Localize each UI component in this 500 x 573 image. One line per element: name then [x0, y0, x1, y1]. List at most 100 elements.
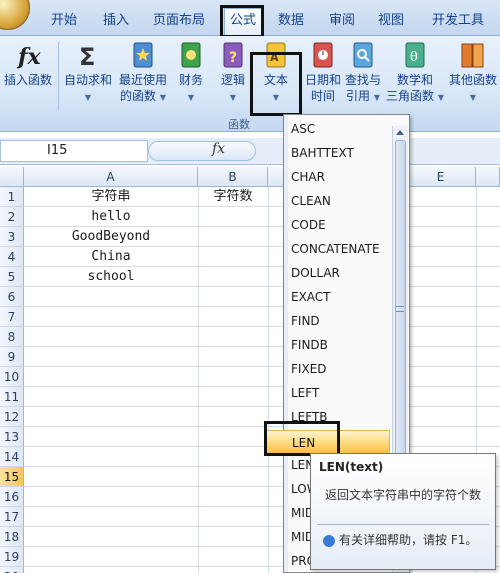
row-header[interactable]: 18	[0, 527, 24, 547]
row-header[interactable]: 20	[0, 567, 24, 573]
math-trig-button[interactable]: θ 数学和 三角函数 ▼	[386, 40, 444, 106]
row-header[interactable]: 13	[0, 427, 24, 447]
insert-function-label: 插入函数	[3, 73, 52, 87]
insert-function-button[interactable]: fx 插入函数	[0, 40, 56, 88]
recent-functions-button[interactable]: 最近使用 的函数 ▼	[116, 40, 170, 106]
menu-item-fixed[interactable]: FIXED	[291, 357, 389, 381]
chevron-down-icon: ▼	[84, 93, 92, 102]
select-all-corner[interactable]	[0, 167, 24, 187]
column-header-a[interactable]: A	[24, 167, 198, 187]
tooltip-help-text: 有关详细帮助，请按 F1。	[339, 533, 478, 547]
grid-line	[24, 326, 500, 327]
row-header[interactable]: 12	[0, 407, 24, 427]
row-header[interactable]: 4	[0, 247, 24, 267]
tab-home[interactable]: 开始	[42, 9, 86, 33]
grid-line	[24, 446, 500, 447]
menu-item-exact[interactable]: EXACT	[291, 285, 389, 309]
row-header[interactable]: 5	[0, 267, 24, 287]
menu-item-char[interactable]: CHAR	[291, 165, 389, 189]
logical-button[interactable]: ? 逻辑 ▼	[214, 40, 252, 106]
row-header[interactable]: 11	[0, 387, 24, 407]
formula-bar: I15 fx	[0, 138, 500, 165]
ribbon-tab-bar: 开始 插入 页面布局 公式 数据 审阅 视图 开发工具	[0, 0, 500, 37]
logical-label: 逻辑	[220, 73, 245, 87]
menu-item-left[interactable]: LEFT	[291, 381, 389, 405]
cell-a1[interactable]: 字符串	[24, 187, 198, 207]
svg-text:θ: θ	[410, 50, 418, 65]
grid-line	[268, 187, 269, 573]
cell-a2[interactable]: hello	[24, 207, 198, 227]
text-button-highlight	[250, 52, 302, 116]
lookup-reference-button[interactable]: 查找与 引用 ▼	[340, 40, 386, 106]
menu-item-clean[interactable]: CLEAN	[291, 189, 389, 213]
tab-page-layout[interactable]: 页面布局	[146, 9, 212, 33]
menu-item-dollar[interactable]: DOLLAR	[291, 261, 389, 285]
row-header[interactable]: 1	[0, 187, 24, 207]
tab-view[interactable]: 视图	[374, 9, 408, 33]
financial-button[interactable]: 财务 ▼	[172, 40, 210, 106]
book-clock-icon	[309, 40, 337, 70]
tab-formulas[interactable]: 公式	[224, 8, 262, 37]
column-header-f[interactable]	[476, 167, 500, 187]
grid-line	[198, 187, 199, 573]
autosum-button[interactable]: Σ 自动求和 ▼	[60, 40, 116, 106]
grid-line	[24, 266, 500, 267]
row-header[interactable]: 19	[0, 547, 24, 567]
svg-text:Σ: Σ	[79, 43, 95, 70]
grid-line	[24, 406, 500, 407]
datetime-button[interactable]: 日期和 时间	[302, 40, 344, 104]
menu-item-concatenate[interactable]: CONCATENATE	[291, 237, 389, 261]
tooltip-description: 返回文本字符串中的字符个数	[325, 488, 482, 502]
books-icon	[459, 40, 487, 70]
svg-text:fx: fx	[16, 44, 41, 70]
menu-item-asc[interactable]: ASC	[291, 117, 389, 141]
tooltip-title: LEN(text)	[319, 460, 384, 474]
tab-review[interactable]: 审阅	[322, 9, 362, 33]
tab-developer[interactable]: 开发工具	[424, 9, 492, 33]
row-header[interactable]: 16	[0, 487, 24, 507]
svg-text:?: ?	[229, 50, 237, 66]
column-header-e[interactable]: E	[406, 167, 476, 187]
grid-line	[24, 226, 500, 227]
chevron-down-icon: ▼	[159, 93, 166, 102]
math-trig-label-2: 三角函数	[386, 89, 435, 103]
menu-item-len[interactable]: LEN	[264, 430, 390, 454]
lookup-label-2: 引用	[346, 89, 371, 103]
cell-a3[interactable]: GoodBeyond	[24, 227, 198, 247]
autosum-label: 自动求和	[63, 73, 112, 87]
row-header[interactable]: 6	[0, 287, 24, 307]
formula-bar-controls	[148, 141, 256, 161]
row-header[interactable]: 2	[0, 207, 24, 227]
tab-insert[interactable]: 插入	[96, 9, 136, 33]
menu-item-bahttext[interactable]: BAHTTEXT	[291, 141, 389, 165]
cell-a4[interactable]: China	[24, 247, 198, 267]
row-header[interactable]: 3	[0, 227, 24, 247]
scroll-up-icon[interactable]	[396, 130, 404, 135]
row-header[interactable]: 15	[0, 467, 24, 487]
function-library-group-label: 函数	[228, 118, 250, 131]
recent-functions-label-1: 最近使用	[118, 73, 167, 87]
row-header[interactable]: 8	[0, 327, 24, 347]
row-header[interactable]: 7	[0, 307, 24, 327]
office-button[interactable]	[0, 0, 30, 30]
book-money-icon	[177, 40, 205, 70]
menu-item-findb[interactable]: FINDB	[291, 333, 389, 357]
column-header-b[interactable]: B	[198, 167, 268, 187]
row-header[interactable]: 9	[0, 347, 24, 367]
name-box[interactable]: I15	[0, 140, 148, 162]
scroll-grip-icon	[396, 306, 404, 312]
row-header[interactable]: 10	[0, 367, 24, 387]
cell-b1[interactable]: 字符数	[198, 187, 268, 207]
row-header[interactable]: 17	[0, 507, 24, 527]
more-functions-button[interactable]: 其他函数 ▼	[446, 40, 500, 106]
fx-icon[interactable]: fx	[212, 141, 225, 157]
grid-line	[24, 366, 500, 367]
row-header[interactable]: 14	[0, 447, 24, 467]
cell-a5[interactable]: school	[24, 267, 198, 287]
book-star-icon	[129, 40, 157, 70]
menu-item-code[interactable]: CODE	[291, 213, 389, 237]
menu-item-find[interactable]: FIND	[291, 309, 389, 333]
menu-item-leftb[interactable]: LEFTB	[291, 405, 389, 429]
tooltip-divider	[317, 524, 489, 525]
tab-data[interactable]: 数据	[274, 9, 308, 33]
